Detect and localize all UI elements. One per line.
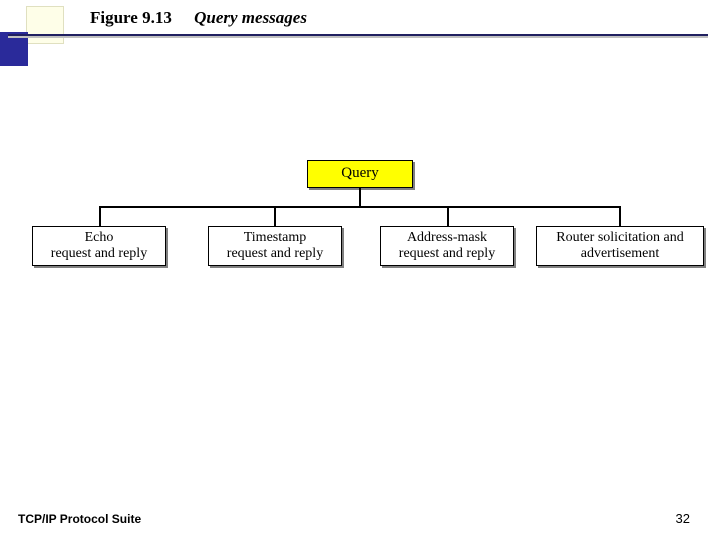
figure-title: Query messages <box>194 8 307 27</box>
connector-line <box>274 206 276 226</box>
connector-line <box>447 206 449 226</box>
connector-line <box>99 206 621 208</box>
figure-caption: Figure 9.13 Query messages <box>90 8 307 28</box>
node-echo: Echo request and reply <box>32 226 166 266</box>
node-address-mask: Address-mask request and reply <box>380 226 514 266</box>
query-hierarchy-diagram: Query Echo request and reply Timestamp r… <box>0 160 720 330</box>
node-root-query: Query <box>307 160 413 188</box>
connector-line <box>619 206 621 226</box>
header-rule <box>8 34 708 36</box>
connector-line <box>359 188 361 206</box>
figure-number: Figure 9.13 <box>90 8 172 27</box>
page-number: 32 <box>676 511 690 526</box>
header-rule-shadow <box>8 36 708 38</box>
node-timestamp: Timestamp request and reply <box>208 226 342 266</box>
node-router: Router solicitation and advertisement <box>536 226 704 266</box>
connector-line <box>99 206 101 226</box>
slide-logo-square <box>26 6 64 44</box>
footer-source: TCP/IP Protocol Suite <box>18 512 141 526</box>
